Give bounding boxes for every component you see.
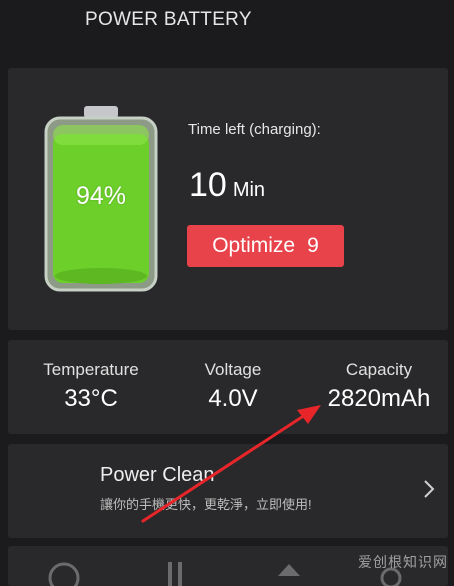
power-clean-subtitle: 讓你的手機更快，更乾淨，立即使用!	[100, 497, 312, 512]
stat-temperature: Temperature 33°C	[18, 360, 164, 413]
battery-percent: 94%	[75, 182, 127, 210]
stat-value: 4.0V	[208, 385, 258, 412]
stat-value: 2820mAh	[327, 385, 431, 412]
stat-value: 33°C	[64, 385, 118, 412]
optimize-count: 9	[307, 234, 319, 257]
time-left-number: 10	[189, 166, 227, 204]
stats-card: Temperature 33°C Voltage 4.0V Capacity 2…	[8, 340, 448, 434]
time-left-value: 10 Min	[189, 166, 265, 205]
stat-label: Capacity	[345, 360, 413, 379]
power-clean-title: Power Clean	[100, 464, 215, 486]
optimize-button[interactable]: Optimize 9	[187, 225, 344, 267]
circle-icon[interactable]	[44, 556, 84, 586]
stat-label: Temperature	[43, 360, 139, 379]
stat-label: Voltage	[204, 360, 262, 379]
app-title: POWER BATTERY	[85, 9, 252, 30]
watermark: 爱创根知识网	[358, 554, 448, 570]
time-left-unit: Min	[232, 179, 266, 201]
pause-icon[interactable]	[164, 556, 188, 586]
power-clean-row[interactable]: Power Clean 讓你的手機更快，更乾淨，立即使用!	[8, 444, 448, 538]
stat-voltage: Voltage 4.0V	[160, 360, 306, 413]
battery-icon: 94%	[44, 106, 158, 292]
home-icon[interactable]	[274, 556, 304, 586]
battery-card: 94% Time left (charging): 10 Min Optimize…	[8, 68, 448, 330]
time-left-label: Time left (charging):	[188, 121, 321, 138]
optimize-label: Optimize	[212, 234, 296, 257]
chevron-right-icon	[424, 480, 435, 498]
stat-capacity: Capacity 2820mAh	[306, 360, 452, 413]
